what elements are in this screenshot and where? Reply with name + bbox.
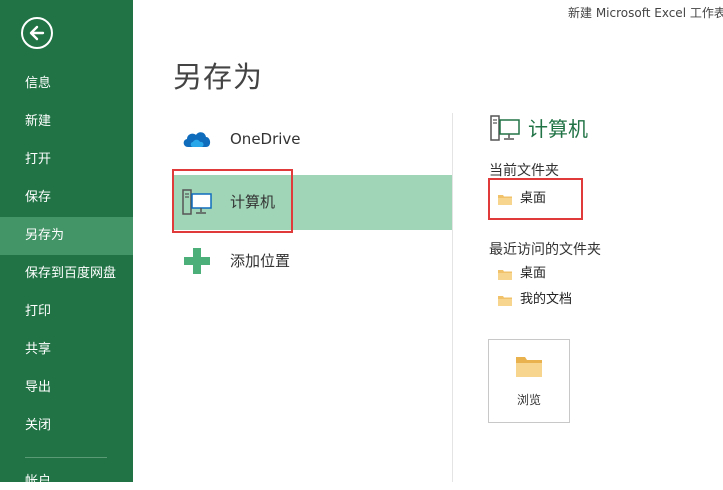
browse-button[interactable]: 浏览 [488,339,570,423]
location-label: 添加位置 [230,252,291,270]
location-onedrive[interactable]: OneDrive [173,112,452,167]
right-panel-title: 计算机 [528,117,588,141]
computer-icon [490,115,520,141]
back-arrow-icon [29,25,45,41]
location-add-place[interactable]: 添加位置 [173,234,452,289]
window-title: 新建 Microsoft Excel 工作表 [568,6,723,20]
folder-icon [516,357,542,377]
cloud-icon [183,132,211,147]
folder-icon [498,269,512,280]
nav-open[interactable]: 打开 [0,141,133,179]
nav-export[interactable]: 导出 [0,369,133,407]
browse-label: 浏览 [516,393,541,407]
page-title: 另存为 [173,60,264,94]
nav-print[interactable]: 打印 [0,293,133,331]
nav-account[interactable]: 帐户 [25,474,51,490]
sidebar-divider [25,457,107,458]
highlight-box-computer [172,169,293,233]
location-label: OneDrive [230,130,301,148]
nav-save[interactable]: 保存 [0,179,133,217]
recent-folder-desktop[interactable]: 桌面 [497,263,546,285]
nav-new[interactable]: 新建 [0,103,133,141]
recent-folder-documents[interactable]: 我的文档 [497,289,572,311]
plus-icon [184,248,210,274]
backstage-sidebar: 信息 新建 打开 保存 另存为 保存到百度网盘 打印 共享 导出 关闭 帐户 [0,0,133,489]
back-button[interactable] [21,17,53,49]
folder-icon [498,295,512,306]
current-folder-heading: 当前文件夹 [489,163,559,179]
panel-divider [452,113,453,482]
nav-info[interactable]: 信息 [0,65,133,103]
highlight-box-desktop [488,178,583,220]
nav-close[interactable]: 关闭 [0,407,133,445]
nav-save-as[interactable]: 另存为 [0,217,133,255]
nav-save-to-baidu[interactable]: 保存到百度网盘 [0,255,133,293]
recent-folders-heading: 最近访问的文件夹 [489,242,601,258]
nav-share[interactable]: 共享 [0,331,133,369]
